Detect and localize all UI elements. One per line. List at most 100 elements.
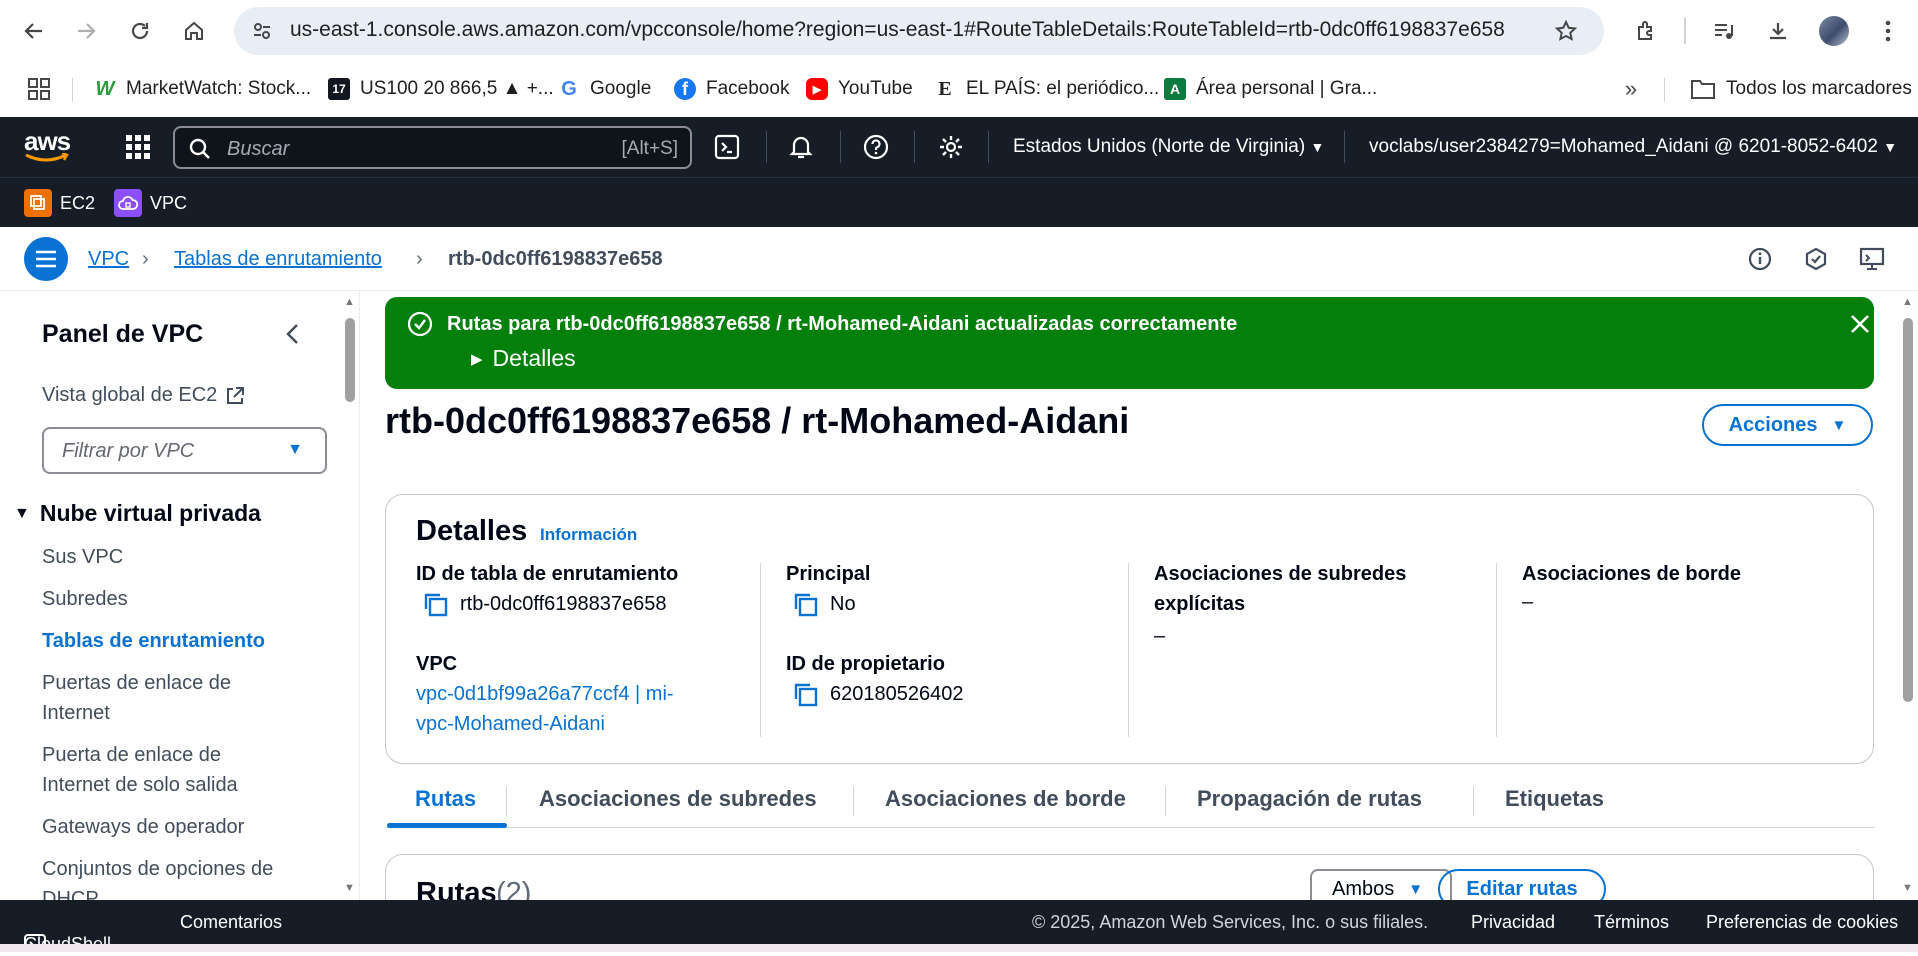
flash-details-toggle[interactable]: ▶ Detalles	[471, 345, 576, 372]
cloudshell-icon[interactable]	[712, 132, 742, 162]
footer-terms[interactable]: Términos	[1594, 912, 1669, 933]
extensions-icon[interactable]	[1628, 13, 1664, 49]
google-icon: G	[558, 78, 580, 100]
folder-icon	[1690, 78, 1716, 100]
apps-grid-icon[interactable]	[26, 76, 52, 102]
aws-logo[interactable]: aws	[24, 128, 71, 163]
caret-right-icon: ▶	[471, 350, 483, 368]
tab-subnet-associations[interactable]: Asociaciones de subredes	[539, 786, 817, 812]
sidebar-item-vpcs[interactable]: Sus VPC	[42, 542, 292, 572]
settings-gear-icon[interactable]	[936, 132, 966, 162]
sidebar-item-subnets[interactable]: Subredes	[42, 584, 292, 614]
bookmarks-bar: W MarketWatch: Stock... 17 US100 20 866,5 …	[0, 62, 1918, 116]
download-icon[interactable]	[1760, 13, 1796, 49]
actions-button[interactable]: Acciones ▼	[1702, 404, 1873, 446]
main-scrollbar[interactable]: ▲ ▼	[1898, 292, 1918, 900]
info-link[interactable]: Información	[540, 525, 637, 545]
vpc-label: VPC	[416, 653, 458, 675]
bookmark-google[interactable]: G Google	[558, 75, 651, 103]
bookmark-facebook[interactable]: f Facebook	[674, 75, 789, 103]
search-placeholder: Buscar	[227, 138, 290, 160]
caret-down-icon: ▼	[14, 504, 30, 522]
vpc-link[interactable]: vpc-0d1bf99a26a77ccf4 | mi-vpc-Mohamed-A…	[416, 679, 706, 739]
sidebar-item-carrier-gateways[interactable]: Gateways de operador	[42, 812, 292, 842]
profile-avatar[interactable]	[1816, 13, 1852, 49]
sidebar-item-egress-only-gateways[interactable]: Puerta de enlace de Internet de solo sal…	[42, 740, 292, 800]
window-bottom-edge	[0, 944, 1918, 952]
bookmark-youtube[interactable]: ▶ YouTube	[806, 75, 913, 103]
reload-icon[interactable]	[122, 13, 158, 49]
copy-icon[interactable]	[792, 591, 818, 617]
hamburger-menu-icon[interactable]	[24, 237, 68, 281]
vpc-filter-placeholder: Filtrar por VPC	[62, 440, 195, 462]
tab-tags[interactable]: Etiquetas	[1505, 786, 1604, 812]
footer-cookie-preferences[interactable]: Preferencias de cookies	[1706, 912, 1898, 933]
side-navigation: Panel de VPC Vista global de EC2 Filtrar…	[0, 292, 360, 900]
favorite-ec2[interactable]: EC2	[24, 189, 95, 217]
info-icon[interactable]	[1746, 245, 1774, 273]
notifications-bell-icon[interactable]	[786, 132, 816, 162]
copy-icon[interactable]	[422, 591, 448, 617]
sidebar-item-dhcp-options[interactable]: Conjuntos de opciones de DHCP	[42, 854, 292, 900]
back-icon[interactable]	[16, 13, 52, 49]
site-info-icon[interactable]	[248, 17, 276, 45]
sidebar-item-internet-gateways[interactable]: Puertas de enlace de Internet	[42, 668, 292, 728]
search-shortcut: [Alt+S]	[621, 138, 679, 159]
sidebar-ec2-global-view[interactable]: Vista global de EC2	[42, 384, 245, 407]
search-input[interactable]: Buscar [Alt+S]	[173, 126, 692, 169]
chevron-right-icon: ›	[416, 248, 423, 270]
routes-filter-select[interactable]: Ambos ▼	[1310, 869, 1452, 900]
collapse-sidebar-icon[interactable]	[278, 320, 306, 348]
forward-icon[interactable]	[68, 13, 104, 49]
bookmark-star-icon[interactable]	[1552, 17, 1580, 45]
edit-routes-button[interactable]: Editar rutas	[1438, 869, 1606, 900]
account-menu[interactable]: voclabs/user2384279=Mohamed_Aidani @ 620…	[1369, 136, 1897, 158]
sidebar-section-vpc[interactable]: ▼ Nube virtual privada	[14, 500, 261, 527]
page-title: rtb-0dc0ff6198837e658 / rt-Mohamed-Aidan…	[385, 400, 1130, 441]
owner-id-label: ID de propietario	[786, 653, 945, 675]
caret-down-icon: ▼	[1310, 139, 1325, 155]
aws-top-navigation: aws Buscar [Alt+S] Estados Unidos (Norte…	[0, 117, 1918, 177]
tutorial-panel-icon[interactable]	[1858, 245, 1886, 273]
sidebar-scrollbar[interactable]: ▲ ▼	[342, 292, 358, 900]
facebook-icon: f	[674, 78, 696, 100]
bookmark-marketwatch[interactable]: W MarketWatch: Stock...	[94, 75, 311, 103]
more-bookmarks-icon[interactable]: »	[1618, 76, 1644, 102]
region-selector[interactable]: Estados Unidos (Norte de Virginia) ▼	[1013, 136, 1324, 158]
bookmark-area-personal[interactable]: A Área personal | Gra...	[1164, 75, 1377, 103]
services-menu-icon[interactable]	[120, 129, 156, 165]
tab-edge-associations[interactable]: Asociaciones de borde	[885, 786, 1126, 812]
route-table-id-value: rtb-0dc0ff6198837e658	[422, 591, 666, 617]
footer-feedback[interactable]: Comentarios	[180, 912, 282, 933]
breadcrumb-route-tables[interactable]: Tablas de enrutamiento	[174, 248, 382, 271]
elpais-icon: E	[934, 78, 956, 100]
notifications-hex-icon[interactable]	[1802, 245, 1830, 273]
bookmark-elpais[interactable]: E EL PAÍS: el periódico...	[934, 75, 1159, 103]
routes-count: (2)	[496, 877, 532, 900]
all-bookmarks[interactable]: Todos los marcadores	[1690, 75, 1912, 103]
tab-routes[interactable]: Rutas	[415, 786, 476, 812]
help-icon[interactable]	[861, 132, 891, 162]
media-control-icon[interactable]	[1706, 13, 1742, 49]
sidebar-item-route-tables[interactable]: Tablas de enrutamiento	[42, 626, 292, 656]
external-link-icon	[225, 386, 245, 406]
copy-icon[interactable]	[792, 681, 818, 707]
caret-down-icon: ▼	[287, 441, 303, 458]
tradingview-icon: 17	[328, 78, 350, 100]
marketwatch-icon: W	[94, 77, 116, 100]
success-flashbar: Rutas para rtb-0dc0ff6198837e658 / rt-Mo…	[385, 297, 1874, 389]
bookmark-tradingview[interactable]: 17 US100 20 866,5 ▲ +...	[328, 75, 554, 103]
breadcrumb-vpc[interactable]: VPC	[88, 248, 129, 271]
footer-privacy[interactable]: Privacidad	[1471, 912, 1555, 933]
vpc-filter-select[interactable]: Filtrar por VPC ▼	[42, 427, 327, 474]
breadcrumb-current: rtb-0dc0ff6198837e658	[448, 248, 663, 270]
footer-copyright: © 2025, Amazon Web Services, Inc. o sus …	[1032, 912, 1429, 932]
tab-route-propagation[interactable]: Propagación de rutas	[1197, 786, 1422, 812]
favorite-vpc[interactable]: VPC	[114, 189, 187, 217]
home-icon[interactable]	[176, 13, 212, 49]
more-menu-icon[interactable]	[1870, 13, 1906, 49]
main-label: Principal	[786, 563, 871, 585]
close-icon[interactable]	[1847, 311, 1873, 337]
flash-message: Rutas para rtb-0dc0ff6198837e658 / rt-Mo…	[447, 313, 1238, 335]
success-check-icon	[407, 311, 433, 337]
